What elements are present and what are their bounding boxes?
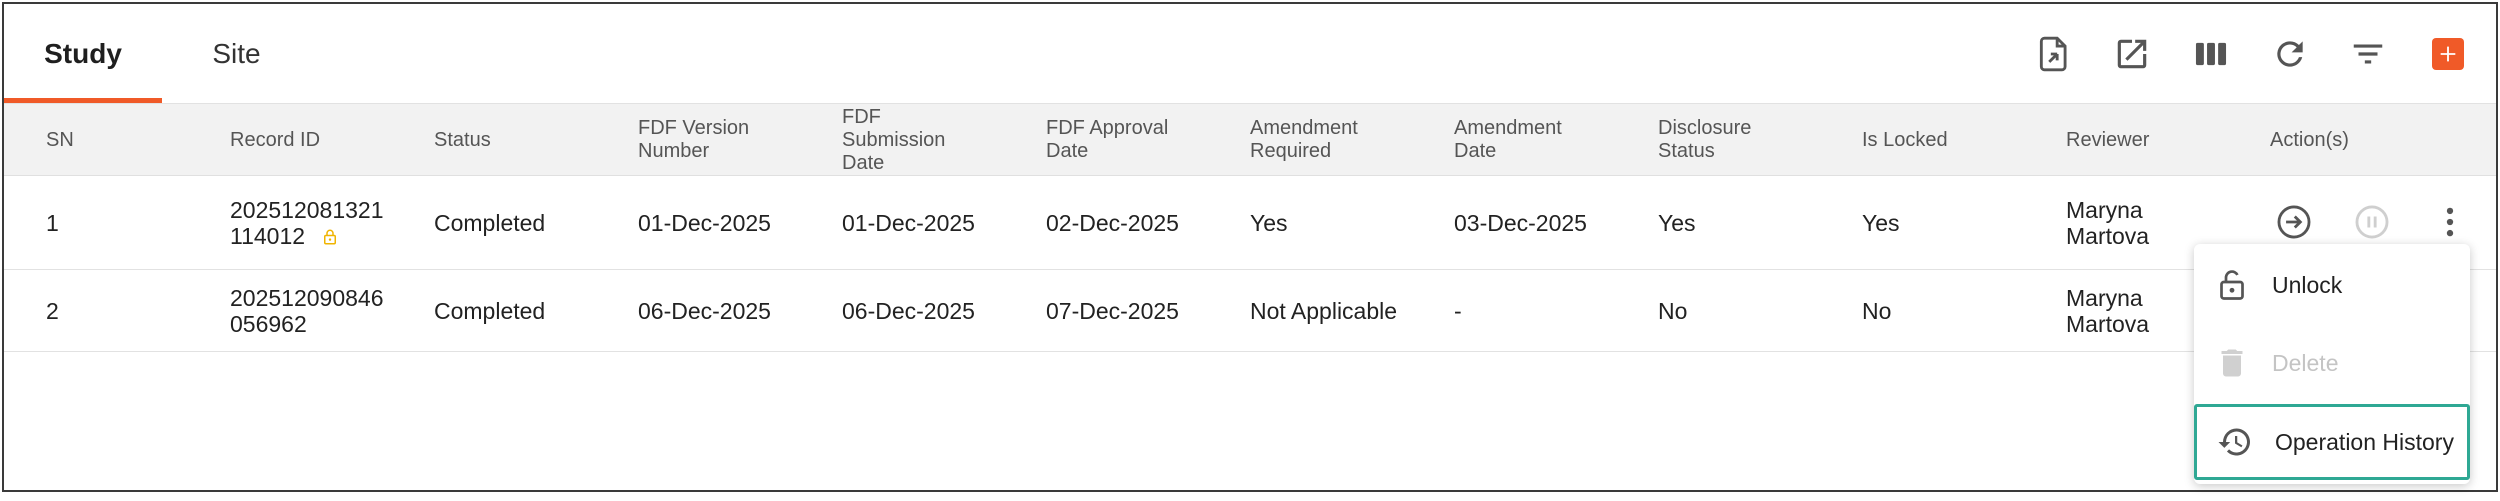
cell-fdf-version: 01-Dec-2025: [638, 209, 771, 236]
record-id-line1: 202512081321: [230, 196, 384, 223]
pause-circle-icon: [2352, 202, 2392, 242]
header-reviewer[interactable]: Reviewer: [2066, 104, 2149, 176]
record-id-line1: 202512090846: [230, 284, 384, 311]
cell-amendment-date: 03-Dec-2025: [1454, 209, 1587, 236]
header-is-locked[interactable]: Is Locked: [1862, 104, 1948, 176]
record-id-line2: 114012: [230, 222, 306, 249]
cell-record-id: 202512090846 056962: [230, 270, 384, 351]
cell-fdf-submission: 06-Dec-2025: [842, 297, 975, 324]
cell-amendment-date: -: [1454, 297, 1462, 324]
header-actions: Action(s): [2270, 128, 2349, 151]
header-amendment-date[interactable]: Amendment Date: [1454, 104, 1574, 176]
filter-icon[interactable]: [2346, 32, 2390, 76]
menu-item-operation-history[interactable]: Operation History: [2194, 404, 2470, 480]
cell-fdf-approval: 07-Dec-2025: [1046, 297, 1179, 324]
active-tab-indicator: [4, 98, 162, 103]
record-id-line2: 056962: [230, 310, 307, 337]
reviewer-first: Maryna: [2066, 284, 2143, 311]
cell-status: Completed: [434, 297, 546, 324]
trash-icon: [2212, 343, 2252, 383]
menu-item-label: Operation History: [2275, 428, 2454, 455]
menu-item-label: Delete: [2272, 349, 2339, 376]
history-icon: [2215, 422, 2255, 462]
reviewer-last: Martova: [2066, 310, 2150, 337]
cell-record-id: 202512081321 114012: [230, 176, 384, 269]
tab-bar: Study Site: [4, 4, 2496, 104]
cell-disclosure-status: No: [1658, 297, 1688, 324]
unlock-icon: [2212, 265, 2252, 305]
cell-is-locked: No: [1862, 297, 1892, 324]
header-record-id[interactable]: Record ID: [230, 104, 320, 176]
reviewer-last: Martova: [2066, 222, 2150, 249]
lock-icon: [324, 229, 337, 245]
export-file-icon[interactable]: [2032, 32, 2076, 76]
header-fdf-version[interactable]: FDF Version Number: [638, 104, 768, 176]
cell-amendment-required: Yes: [1250, 209, 1288, 236]
header-fdf-submission[interactable]: FDF Submission Date: [842, 104, 952, 176]
tab-site[interactable]: Site: [169, 4, 304, 104]
records-panel: Study Site SN Record ID Status FDF Versi…: [2, 2, 2498, 492]
menu-item-label: Unlock: [2272, 271, 2343, 298]
add-icon[interactable]: [2432, 38, 2464, 70]
header-status[interactable]: Status: [434, 104, 491, 176]
cell-amendment-required: Not Applicable: [1250, 297, 1398, 324]
header-disclosure-status[interactable]: Disclosure Status: [1658, 104, 1768, 176]
table-row[interactable]: 2 202512090846 056962 Completed 06-Dec-2…: [4, 270, 2496, 352]
cell-reviewer: Maryna Martova: [2066, 176, 2149, 269]
menu-item-unlock[interactable]: Unlock: [2194, 249, 2470, 321]
cell-is-locked: Yes: [1862, 209, 1900, 236]
cell-fdf-approval: 02-Dec-2025: [1046, 209, 1179, 236]
cell-status: Completed: [434, 209, 546, 236]
cell-reviewer: Maryna Martova: [2066, 270, 2149, 351]
header-amendment-required[interactable]: Amendment Required: [1250, 104, 1370, 176]
header-fdf-approval[interactable]: FDF Approval Date: [1046, 104, 1176, 176]
cell-fdf-version: 06-Dec-2025: [638, 297, 771, 324]
row-actions-menu: Unlock Delete Operation History: [2194, 244, 2470, 484]
menu-item-delete: Delete: [2194, 327, 2470, 399]
cell-fdf-submission: 01-Dec-2025: [842, 209, 975, 236]
reviewer-first: Maryna: [2066, 196, 2143, 223]
cell-sn: 2: [46, 297, 59, 324]
cell-disclosure-status: Yes: [1658, 209, 1696, 236]
open-external-icon[interactable]: [2110, 32, 2154, 76]
tab-study[interactable]: Study: [4, 4, 162, 104]
table-row[interactable]: 1 202512081321 114012 Completed 01-Dec-2…: [4, 176, 2496, 270]
columns-icon[interactable]: [2189, 32, 2233, 76]
table-header: SN Record ID Status FDF Version Number F…: [4, 104, 2496, 176]
cell-sn: 1: [46, 209, 59, 236]
header-sn[interactable]: SN: [46, 104, 74, 176]
refresh-icon[interactable]: [2268, 32, 2312, 76]
record-id-line2-wrap: 114012: [230, 223, 339, 249]
more-vertical-icon[interactable]: [2430, 202, 2470, 242]
arrow-right-circle-icon[interactable]: [2274, 202, 2314, 242]
